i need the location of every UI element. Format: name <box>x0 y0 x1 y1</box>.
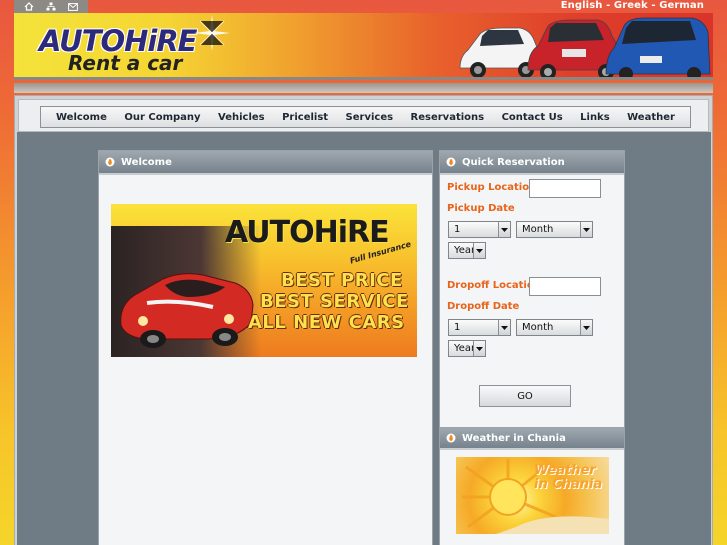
dropoff-location-input[interactable] <box>529 277 601 296</box>
chevron-down-icon <box>580 320 592 335</box>
weather-panel-header: Weather in Chania <box>440 428 624 450</box>
language-switcher: English - Greek - German <box>561 0 704 11</box>
weather-image-line2: in Chania <box>534 477 603 492</box>
pickup-date-label: Pickup Date <box>447 203 515 214</box>
pickup-day-value: 1 <box>454 224 461 235</box>
promo-line-3: ALL NEW CARS <box>248 312 405 333</box>
dropoff-year-value: Year <box>454 343 476 354</box>
top-icon-bar <box>14 0 88 13</box>
nav-wrapper: Welcome Our Company Vehicles Pricelist S… <box>18 99 709 132</box>
nav-services[interactable]: Services <box>346 112 394 123</box>
main-nav: Welcome Our Company Vehicles Pricelist S… <box>40 106 691 128</box>
flame-icon <box>446 433 456 443</box>
go-button[interactable]: GO <box>479 385 571 407</box>
promo-line-2: BEST SERVICE <box>260 291 409 312</box>
nav-weather[interactable]: Weather <box>627 112 675 123</box>
dropoff-date-label: Dropoff Date <box>447 301 520 312</box>
weather-panel: Weather in Chania Weather in Chania <box>439 427 625 545</box>
header-banner: AUTOHiRE Rent a car <box>14 13 713 80</box>
promo-banner-image: AUTOHiRE Full Insurance BEST PRICE BEST … <box>111 204 417 357</box>
mail-icon[interactable] <box>66 1 80 12</box>
logo-subtitle: Rent a car <box>68 51 183 75</box>
weather-panel-title: Weather in Chania <box>462 432 566 444</box>
header-shadow-strip <box>14 83 713 93</box>
nav-our-company[interactable]: Our Company <box>124 112 200 123</box>
lang-separator: - <box>602 0 614 11</box>
lang-german-link[interactable]: German <box>659 0 704 11</box>
pickup-month-value: Month <box>522 224 554 235</box>
weather-image[interactable]: Weather in Chania <box>456 457 609 534</box>
promo-line-1: BEST PRICE <box>281 270 403 291</box>
home-icon[interactable] <box>22 1 36 12</box>
nav-contact-us[interactable]: Contact Us <box>502 112 563 123</box>
pickup-location-input[interactable] <box>529 179 601 198</box>
dropoff-month-select[interactable]: Month <box>516 319 593 336</box>
nav-vehicles[interactable]: Vehicles <box>218 112 265 123</box>
reservation-panel-title: Quick Reservation <box>462 156 565 168</box>
dropoff-day-select[interactable]: 1 <box>448 319 511 336</box>
sports-car-image <box>120 273 254 348</box>
pickup-day-select[interactable]: 1 <box>448 221 511 238</box>
pickup-month-select[interactable]: Month <box>516 221 593 238</box>
nav-welcome[interactable]: Welcome <box>56 112 107 123</box>
dropoff-year-select[interactable]: Year <box>448 340 486 357</box>
lang-separator: - <box>647 0 660 11</box>
reservation-panel-header: Quick Reservation <box>440 151 624 175</box>
cars-image <box>459 17 711 77</box>
sparkle-icon <box>194 15 230 51</box>
dropoff-day-value: 1 <box>454 322 461 333</box>
flame-icon <box>105 157 115 167</box>
pickup-location-label: Pickup Location <box>447 182 537 193</box>
welcome-panel: Welcome AUTOHiRE Full Insurance BEST PRI… <box>98 150 433 545</box>
chevron-down-icon <box>473 243 485 258</box>
dropoff-month-value: Month <box>522 322 554 333</box>
nav-reservations[interactable]: Reservations <box>411 112 485 123</box>
main-container: Welcome Our Company Vehicles Pricelist S… <box>14 95 713 545</box>
chevron-down-icon <box>498 320 510 335</box>
sitemap-icon[interactable] <box>44 1 58 12</box>
flame-icon <box>446 157 456 167</box>
promo-brand: AUTOHiRE <box>225 215 390 250</box>
lang-greek-link[interactable]: Greek <box>614 0 648 11</box>
nav-pricelist[interactable]: Pricelist <box>282 112 328 123</box>
dropoff-location-label: Dropoff Location <box>447 280 541 291</box>
pickup-year-select[interactable]: Year <box>448 242 486 259</box>
welcome-panel-header: Welcome <box>99 151 432 175</box>
pickup-year-value: Year <box>454 245 476 256</box>
welcome-panel-title: Welcome <box>121 156 172 168</box>
nav-links[interactable]: Links <box>580 112 610 123</box>
chevron-down-icon <box>473 341 485 356</box>
chevron-down-icon <box>498 222 510 237</box>
weather-image-line1: Weather <box>534 463 596 478</box>
chevron-down-icon <box>580 222 592 237</box>
lang-english-link[interactable]: English <box>561 0 603 11</box>
